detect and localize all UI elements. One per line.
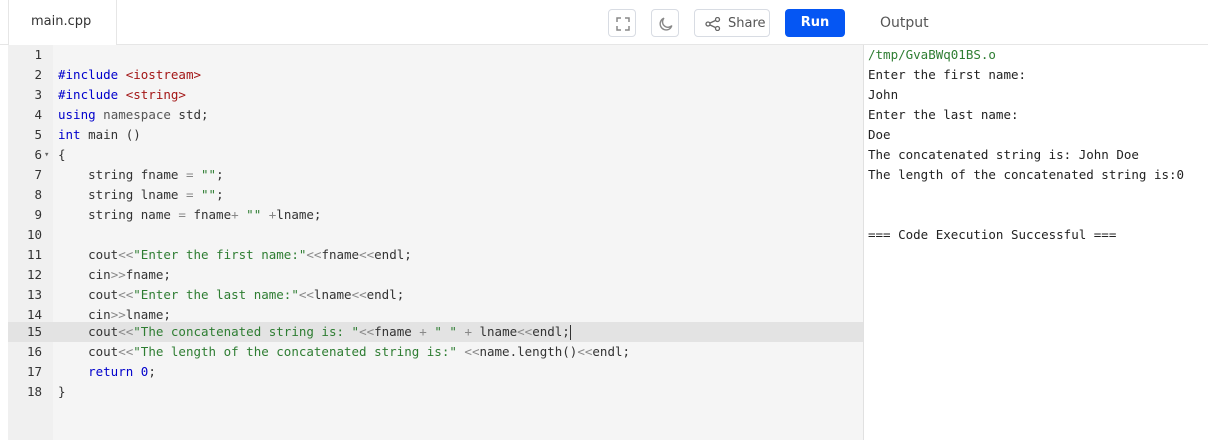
code-line[interactable]: 12 cin>>fname; [8, 265, 863, 285]
line-number: 2 [34, 67, 42, 82]
share-button[interactable]: Share [694, 9, 770, 37]
code-line[interactable]: 7 string fname = ""; [8, 165, 863, 185]
line-number: 6 [34, 147, 42, 162]
line-number: 16 [26, 344, 42, 359]
code-text: } [58, 384, 66, 399]
line-number: 5 [34, 127, 42, 142]
code-line[interactable]: 13 cout<<"Enter the last name:"<<lname<<… [8, 285, 863, 305]
moon-icon [659, 17, 673, 31]
top-bar: main.cpp Share Run Output [0, 0, 1208, 46]
share-label: Share [728, 16, 766, 31]
output-line: Enter the last name: [868, 107, 1019, 122]
output-line: The concatenated string is: John Doe [868, 147, 1139, 162]
code-text: cout<<"The length of the concatenated st… [58, 344, 631, 359]
line-number: 12 [26, 267, 42, 282]
fullscreen-icon [616, 17, 630, 31]
code-text: using namespace std; [58, 107, 209, 122]
code-line[interactable]: 8 string lname = ""; [8, 185, 863, 205]
output-line: The length of the concatenated string is… [868, 167, 1185, 182]
code-line[interactable]: 18 } [8, 382, 863, 402]
file-tab-main-cpp[interactable]: main.cpp [8, 0, 117, 46]
code-text: cout<<"Enter the first name:"<<fname<<en… [58, 247, 412, 262]
output-line: Enter the first name: [868, 67, 1027, 82]
line-number: 9 [34, 207, 42, 222]
code-line[interactable]: 11 cout<<"Enter the first name:"<<fname<… [8, 245, 863, 265]
code-text: #include <string> [58, 87, 186, 102]
text-cursor [569, 325, 571, 340]
fold-toggle-icon[interactable]: ▾ [44, 145, 49, 165]
code-line[interactable]: 3 #include <string> [8, 85, 863, 105]
code-text: #include <iostream> [58, 67, 201, 82]
output-status: === Code Execution Successful === [868, 227, 1117, 242]
run-button[interactable]: Run [785, 9, 845, 37]
share-icon [705, 17, 721, 31]
line-number: 13 [26, 287, 42, 302]
line-number: 3 [34, 87, 42, 102]
panel-divider[interactable] [863, 45, 864, 440]
code-line[interactable]: 10 [8, 225, 863, 245]
line-number: 11 [26, 247, 42, 262]
code-text: cin>>fname; [58, 267, 171, 282]
code-line[interactable]: 2 #include <iostream> [8, 65, 863, 85]
output-panel-title: Output [880, 15, 929, 31]
code-line[interactable]: 4 using namespace std; [8, 105, 863, 125]
line-number: 1 [34, 47, 42, 62]
code-text: string lname = ""; [58, 187, 224, 202]
code-text: int main () [58, 127, 141, 142]
code-line[interactable]: 9 string name = fname+ "" +lname; [8, 205, 863, 225]
output-line: John [868, 87, 899, 102]
code-text: return 0; [88, 364, 156, 379]
line-number: 17 [26, 364, 42, 379]
line-number: 7 [34, 167, 42, 182]
line-number: 18 [26, 384, 42, 399]
code-line[interactable]: 6 ▾ { [8, 145, 863, 165]
fullscreen-button[interactable] [608, 9, 636, 37]
code-text: { [58, 147, 66, 162]
code-text: string name = fname+ "" +lname; [58, 207, 322, 222]
code-text: cout<<"Enter the last name:"<<lname<<end… [58, 287, 405, 302]
run-label: Run [800, 15, 830, 30]
theme-toggle-button[interactable] [651, 9, 679, 37]
code-line[interactable]: 1 [8, 45, 863, 65]
line-number: 4 [34, 107, 42, 122]
output-line: Doe [868, 127, 891, 142]
output-path: /tmp/GvaBWq01BS.o [868, 47, 996, 62]
code-line[interactable]: 17 return 0; [8, 362, 863, 382]
code-text: string fname = ""; [58, 167, 224, 182]
line-number: 8 [34, 187, 42, 202]
line-number: 15 [26, 324, 42, 339]
output-console[interactable]: /tmp/GvaBWq01BS.o Enter the first name: … [868, 45, 1208, 440]
code-editor[interactable]: 1 2 #include <iostream> 3 #include <stri… [8, 45, 863, 440]
line-number: 10 [26, 227, 42, 242]
code-line[interactable]: 5 int main () [8, 125, 863, 145]
code-text: cout<<"The concatenated string is: "<<fn… [58, 324, 571, 340]
code-line-active[interactable]: 15 cout<<"The concatenated string is: "<… [8, 322, 863, 342]
file-tab-label: main.cpp [31, 14, 92, 29]
code-line[interactable]: 16 cout<<"The length of the concatenated… [8, 342, 863, 362]
